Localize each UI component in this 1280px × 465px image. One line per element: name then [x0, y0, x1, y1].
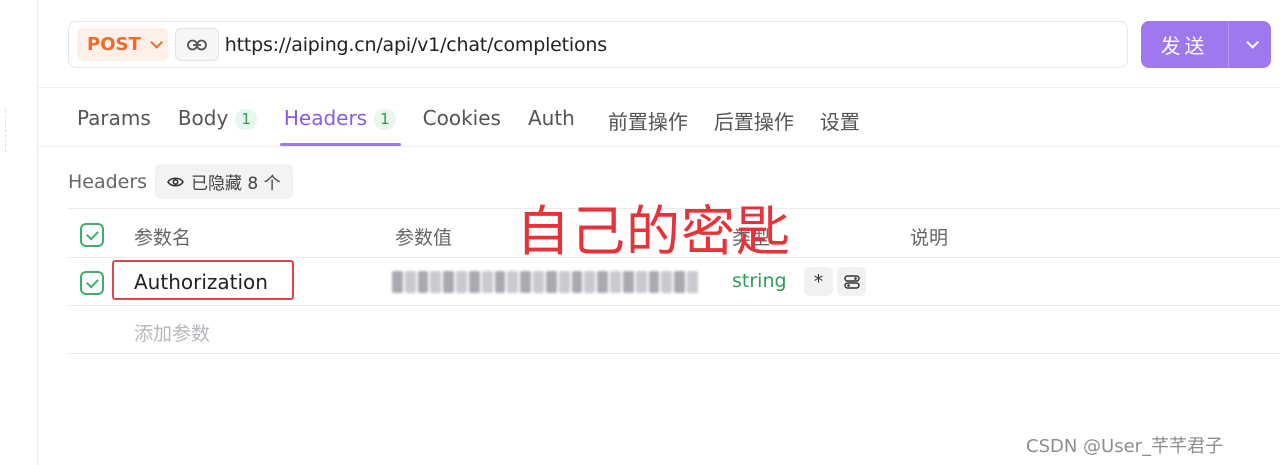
tab-label: Cookies: [422, 106, 501, 130]
tab-auth[interactable]: Auth: [528, 96, 575, 146]
chevron-down-icon: [1245, 36, 1259, 49]
url-input[interactable]: https://aiping.cn/api/v1/chat/completion…: [225, 34, 607, 56]
url-bar: POST https://aiping.cn/api/v1/chat/compl…: [68, 21, 1128, 68]
row-enable-checkbox[interactable]: [80, 271, 104, 295]
link-icon: [186, 39, 207, 50]
hidden-count-label: 已隐藏 8 个: [191, 174, 281, 194]
tab-label: Params: [77, 106, 151, 130]
count-badge: 1: [235, 109, 257, 130]
tab-params[interactable]: Params: [77, 96, 151, 146]
required-toggle[interactable]: *: [804, 267, 833, 296]
tab-label: Body: [177, 106, 229, 130]
tab-settings[interactable]: 设置: [820, 96, 860, 146]
column-header-description: 说明: [910, 227, 949, 249]
tab-body[interactable]: Body 1: [178, 96, 257, 146]
param-value-field-redacted[interactable]: [392, 271, 698, 293]
tab-headers[interactable]: Headers 1: [279, 96, 401, 146]
param-name-field[interactable]: Authorization: [134, 270, 268, 294]
count-badge: 1: [374, 109, 396, 130]
toggle-settings-icon: [843, 274, 860, 289]
tab-label: 前置操作: [607, 110, 688, 134]
tab-pre-processors[interactable]: 前置操作: [608, 96, 688, 146]
column-header-value: 参数值: [395, 227, 453, 249]
tab-label: 后置操作: [713, 110, 794, 134]
left-rail: [0, 0, 38, 465]
send-button[interactable]: 发送: [1141, 21, 1271, 68]
required-label: *: [813, 270, 824, 293]
request-tabs: Params Body 1 Headers 1 Cookies Auth 前置操作 …: [77, 96, 886, 146]
tab-label: 设置: [819, 110, 860, 134]
method-label: POST: [87, 34, 141, 55]
divider: [38, 146, 1280, 147]
hidden-headers-toggle[interactable]: 已隐藏 8 个: [155, 164, 293, 199]
eye-icon: [167, 176, 184, 187]
divider: [38, 87, 1280, 88]
section-title: Headers: [68, 171, 148, 193]
column-header-name: 参数名: [134, 227, 192, 249]
select-all-checkbox[interactable]: [80, 223, 104, 247]
tab-post-processors[interactable]: 后置操作: [714, 96, 794, 146]
send-label: 发送: [1160, 34, 1209, 58]
send-dropdown-button[interactable]: [1229, 36, 1271, 49]
param-type-select[interactable]: string: [732, 270, 787, 292]
table-border: [68, 353, 1280, 354]
method-select[interactable]: POST: [77, 28, 168, 61]
tab-label: Headers: [283, 106, 368, 130]
chevron-down-icon: [150, 36, 163, 49]
handwritten-annotation: 自己的密匙: [516, 200, 791, 263]
param-settings-button[interactable]: [837, 267, 866, 296]
tab-label: Auth: [527, 106, 575, 130]
table-row-divider: [68, 305, 1280, 306]
watermark: CSDN @User_芊芊君子: [1026, 436, 1224, 457]
add-param-input[interactable]: 添加参数: [134, 319, 210, 346]
tab-cookies[interactable]: Cookies: [423, 96, 501, 146]
rail-divider: [0, 110, 6, 152]
link-button[interactable]: [174, 28, 219, 61]
